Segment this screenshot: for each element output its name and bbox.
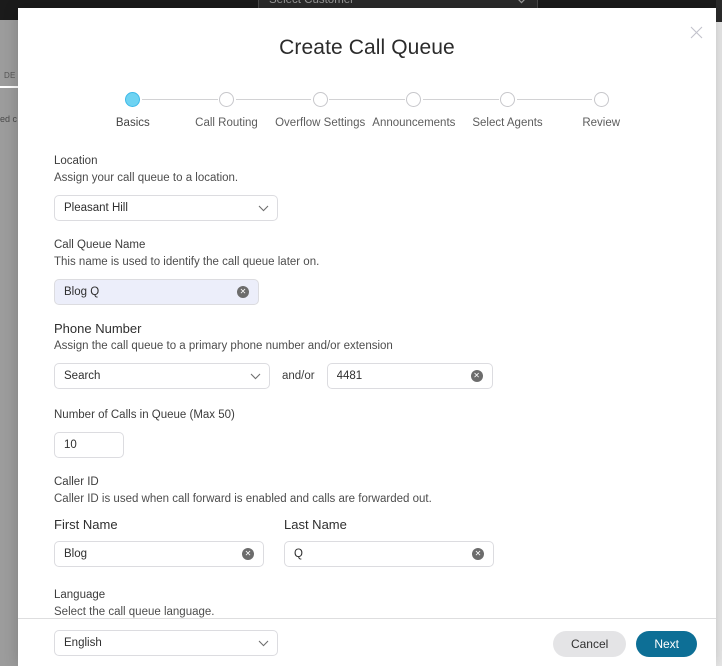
clear-circle-icon[interactable]: ✕ (470, 370, 483, 382)
field-description: Caller ID is used when call forward is e… (54, 493, 432, 505)
stepper-dot-icon[interactable] (593, 91, 609, 107)
calls-in-queue-value: 10 (64, 439, 77, 451)
calls-in-queue-input[interactable]: 10 (54, 432, 124, 458)
stepper-connector (235, 99, 274, 100)
background-text-fragment-top: DE (4, 71, 16, 80)
stepper-connector (422, 99, 461, 100)
stepper-label: Basics (115, 117, 150, 129)
field-location: Location Assign your call queue to a loc… (54, 153, 680, 221)
stepper-label: Review (582, 117, 621, 129)
clear-circle-icon[interactable]: ✕ (237, 286, 249, 298)
stepper-step-basics[interactable]: Basics (86, 89, 180, 129)
stepper-step-announcements[interactable]: Announcements (367, 89, 461, 129)
last-name-input[interactable]: Q ✕ (284, 541, 494, 567)
stepper-step-review[interactable]: Review (554, 89, 648, 129)
stepper-step-call-routing[interactable]: Call Routing (179, 89, 274, 129)
field-description: Assign your call queue to a location. (54, 172, 239, 184)
stepper-dot-row (86, 89, 180, 109)
page-scrollbar-thumb[interactable] (716, 0, 722, 22)
last-name-value: Q (294, 548, 303, 560)
stepper-connector (273, 99, 312, 100)
stepper-connector (367, 99, 405, 100)
last-name-label: Last Name (284, 517, 347, 532)
first-name-input[interactable]: Blog ✕ (54, 541, 264, 567)
footer-divider (18, 618, 716, 619)
stepper-dot-row (367, 89, 461, 109)
last-name-group: Last Name Q ✕ (284, 517, 494, 567)
language-select[interactable]: English (54, 630, 278, 656)
extension-value: 4481 (336, 370, 363, 382)
field-label: Number of Calls in Queue (Max 50) (54, 409, 235, 421)
stepper-connector (460, 99, 499, 100)
call-queue-name-value: Blog Q (64, 286, 100, 298)
field-caller-id: Caller ID Caller ID is used when call fo… (54, 474, 680, 567)
phone-number-search-value: Search (64, 370, 101, 382)
chevron-down-icon (250, 371, 261, 381)
stepper-connector (554, 99, 593, 100)
stepper-dot-row (554, 89, 648, 109)
first-name-value: Blog (64, 548, 88, 560)
stepper-connector (179, 99, 218, 100)
stepper-step-select-agents[interactable]: Select Agents (460, 89, 555, 129)
location-select[interactable]: Pleasant Hill (54, 195, 278, 221)
form-body: Location Assign your call queue to a loc… (18, 129, 716, 656)
language-select-value: English (64, 637, 102, 649)
first-name-group: First Name Blog ✕ (54, 517, 264, 567)
field-label: Language (54, 589, 106, 601)
field-description: This name is used to identify the call q… (54, 256, 320, 268)
first-name-label: First Name (54, 517, 118, 532)
extension-input[interactable]: 4481 ✕ (326, 363, 493, 389)
stepper-connector (141, 99, 180, 100)
stepper-label: Call Routing (195, 117, 258, 129)
location-select-value: Pleasant Hill (64, 202, 128, 214)
field-calls-in-queue: Number of Calls in Queue (Max 50) 10 (54, 407, 680, 458)
field-phone-number: Phone Number Assign the call queue to a … (54, 321, 680, 389)
stepper-dot-icon[interactable] (500, 91, 516, 107)
field-description: Assign the call queue to a primary phone… (54, 340, 393, 352)
stepper-label: Announcements (372, 117, 456, 129)
chevron-down-icon (258, 638, 269, 648)
stepper-dot-icon[interactable] (312, 91, 328, 107)
phone-number-search-select[interactable]: Search (54, 363, 270, 389)
caller-id-name-row: First Name Blog ✕ Last Name Q ✕ (54, 517, 680, 567)
stepper-connector (329, 99, 368, 100)
stepper-dot-row (179, 89, 274, 109)
page-scrollbar[interactable] (716, 0, 722, 666)
stepper-connector (516, 99, 555, 100)
stepper-dot-row (460, 89, 555, 109)
field-call-queue-name: Call Queue Name This name is used to ide… (54, 237, 680, 305)
close-icon[interactable] (685, 21, 707, 43)
field-label: Caller ID (54, 476, 99, 488)
stepper-dot-row (273, 89, 368, 109)
field-label: Location (54, 155, 98, 167)
next-button[interactable]: Next (636, 631, 697, 657)
stepper-label: Select Agents (472, 117, 543, 129)
cancel-button[interactable]: Cancel (552, 631, 627, 657)
page-title: Create Call Queue (279, 36, 455, 59)
stepper-label: Overflow Settings (275, 117, 366, 129)
clear-circle-icon[interactable]: ✕ (242, 548, 254, 560)
select-customer-label: Select Customer (269, 0, 355, 6)
phone-number-row: Search and/or 4481 ✕ (54, 363, 680, 389)
chevron-down-icon (258, 203, 269, 213)
call-queue-name-input[interactable]: Blog Q ✕ (54, 279, 259, 305)
modal-footer: Cancel Next (552, 631, 697, 657)
page-root: DE ed c Select Customer Create Call Queu… (0, 0, 722, 666)
stepper-dot-icon[interactable] (219, 91, 234, 107)
background-text-fragment-bottom: ed c (0, 114, 18, 124)
wizard-stepper: Basics Call Routing Overflow Settings An… (86, 89, 648, 129)
and-or-label: and/or (282, 370, 315, 382)
field-label: Phone Number (54, 321, 142, 336)
stepper-dot-icon[interactable] (125, 91, 141, 107)
clear-circle-icon[interactable]: ✕ (472, 548, 484, 560)
stepper-step-overflow-settings[interactable]: Overflow Settings (273, 89, 368, 129)
create-call-queue-modal: Create Call Queue Basics Call Routing Ov… (18, 8, 716, 666)
stepper-dot-icon[interactable] (406, 91, 422, 107)
field-label: Call Queue Name (54, 239, 146, 251)
